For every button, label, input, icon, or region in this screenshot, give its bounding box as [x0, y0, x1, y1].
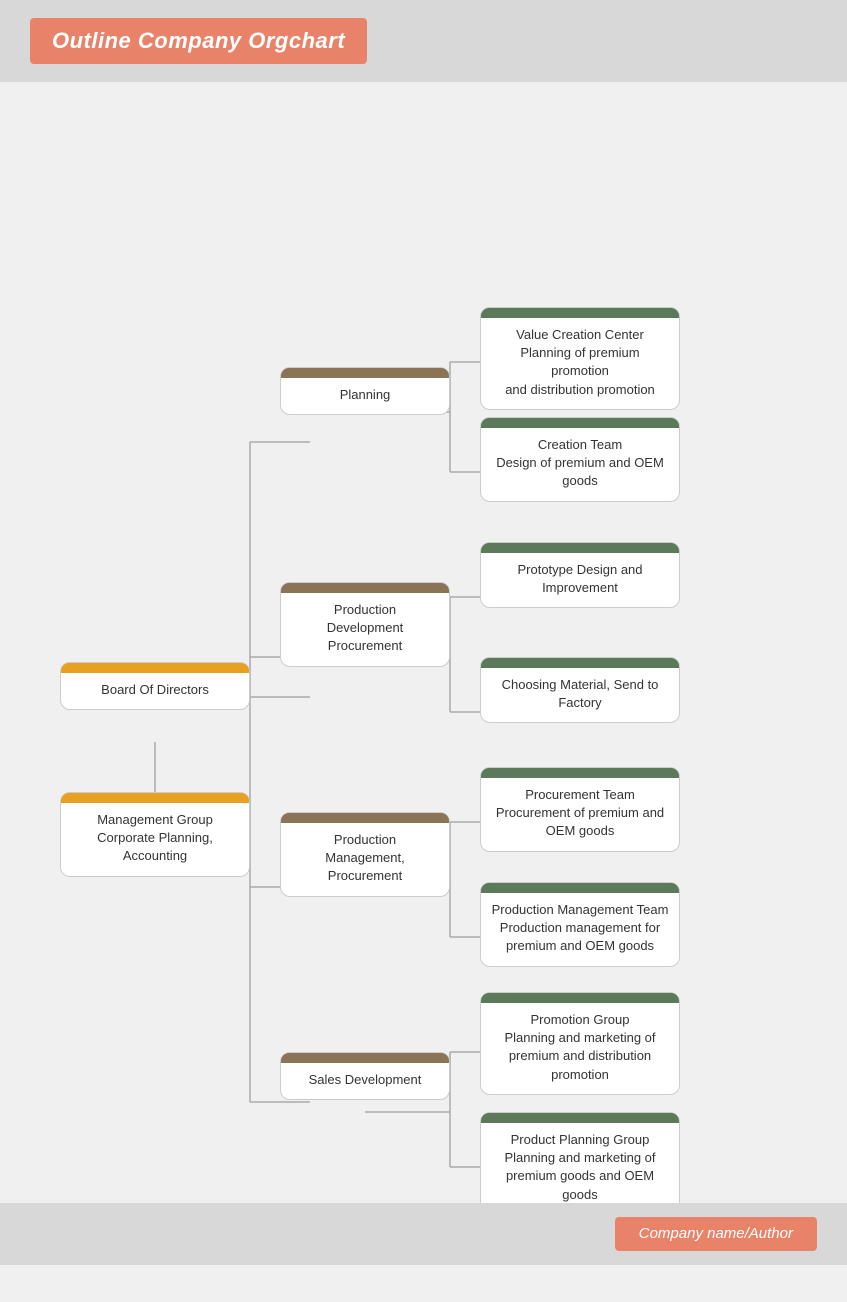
prototype-label: Prototype Design andImprovement	[481, 553, 679, 607]
sales-label: Sales Development	[281, 1063, 449, 1099]
prototype-header-bar	[481, 543, 679, 553]
page-title: Outline Company Orgchart	[52, 28, 345, 53]
node-prod-team: Production Management TeamProduction man…	[480, 882, 680, 967]
planning-label: Planning	[281, 378, 449, 414]
footer: Company name/Author	[0, 1203, 847, 1265]
planning-header-bar	[281, 368, 449, 378]
node-product-planning: Product Planning GroupPlanning and marke…	[480, 1112, 680, 1215]
value-label: Value Creation CenterPlanning of premium…	[481, 318, 679, 409]
page-wrapper: Outline Company Orgchart	[0, 0, 847, 1265]
prod-mgmt-header-bar	[281, 813, 449, 823]
creation-label: Creation TeamDesign of premium and OEMgo…	[481, 428, 679, 501]
node-board: Board Of Directors	[60, 662, 250, 710]
procurement-header-bar	[481, 768, 679, 778]
creation-header-bar	[481, 418, 679, 428]
promotion-header-bar	[481, 993, 679, 1003]
header: Outline Company Orgchart	[0, 0, 847, 82]
prod-mgmt-label: ProductionManagement,Procurement	[281, 823, 449, 896]
prod-dev-header-bar	[281, 583, 449, 593]
node-planning: Planning	[280, 367, 450, 415]
node-prod-dev: ProductionDevelopmentProcurement	[280, 582, 450, 667]
node-creation: Creation TeamDesign of premium and OEMgo…	[480, 417, 680, 502]
node-management: Management GroupCorporate Planning,Accou…	[60, 792, 250, 877]
node-prototype: Prototype Design andImprovement	[480, 542, 680, 608]
value-header-bar	[481, 308, 679, 318]
product-planning-label: Product Planning GroupPlanning and marke…	[481, 1123, 679, 1214]
node-sales: Sales Development	[280, 1052, 450, 1100]
prod-team-header-bar	[481, 883, 679, 893]
board-header-bar	[61, 663, 249, 673]
procurement-label: Procurement TeamProcurement of premium a…	[481, 778, 679, 851]
header-title-box: Outline Company Orgchart	[30, 18, 367, 64]
management-label: Management GroupCorporate Planning,Accou…	[61, 803, 249, 876]
product-planning-header-bar	[481, 1113, 679, 1123]
material-label: Choosing Material, Send toFactory	[481, 668, 679, 722]
prod-team-label: Production Management TeamProduction man…	[481, 893, 679, 966]
footer-label: Company name/Author	[639, 1225, 793, 1242]
sales-header-bar	[281, 1053, 449, 1063]
node-value: Value Creation CenterPlanning of premium…	[480, 307, 680, 410]
material-header-bar	[481, 658, 679, 668]
node-procurement: Procurement TeamProcurement of premium a…	[480, 767, 680, 852]
promotion-label: Promotion GroupPlanning and marketing of…	[481, 1003, 679, 1094]
node-prod-mgmt: ProductionManagement,Procurement	[280, 812, 450, 897]
node-promotion: Promotion GroupPlanning and marketing of…	[480, 992, 680, 1095]
management-header-bar	[61, 793, 249, 803]
prod-dev-label: ProductionDevelopmentProcurement	[281, 593, 449, 666]
footer-label-box: Company name/Author	[615, 1217, 817, 1251]
board-label: Board Of Directors	[61, 673, 249, 709]
node-material: Choosing Material, Send toFactory	[480, 657, 680, 723]
